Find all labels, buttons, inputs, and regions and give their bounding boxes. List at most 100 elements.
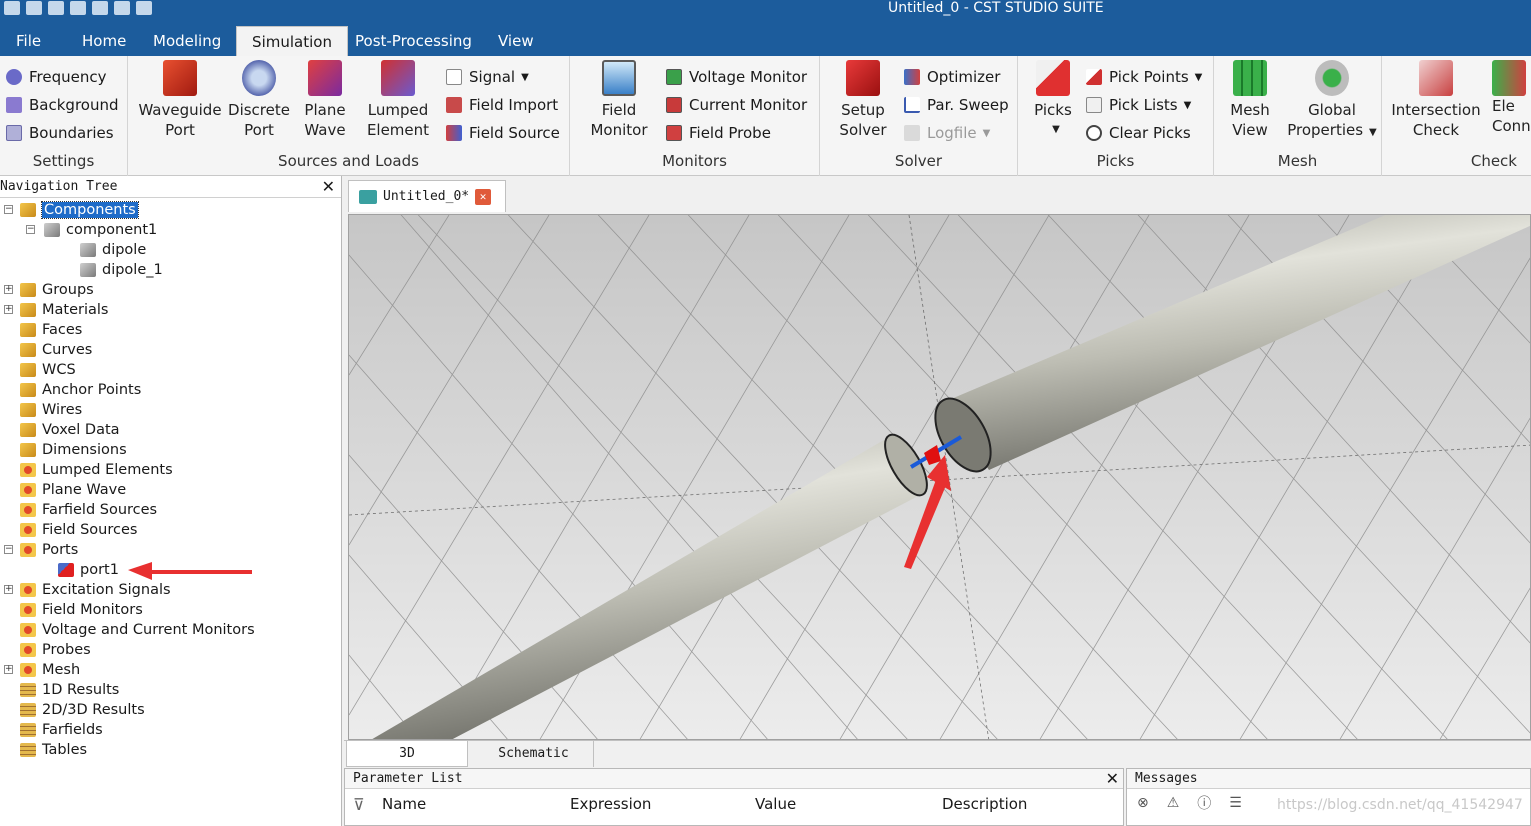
lumped-element-button[interactable]: Lumped Element [360,60,436,140]
clear-messages-icon[interactable]: ☰ [1229,795,1242,811]
tab-home[interactable]: Home [74,26,134,56]
tree-item-label: Field Monitors [42,602,143,618]
tree-item[interactable]: Mesh [20,660,80,680]
tree-item[interactable]: component1 [44,220,157,240]
tree-item[interactable]: Lumped Elements [20,460,173,480]
tree-item[interactable]: Field Sources [20,520,137,540]
boundaries-button[interactable]: Boundaries [6,120,114,146]
tree-item[interactable]: Materials [20,300,108,320]
global-properties-button[interactable]: Global Properties ▼ [1284,60,1380,143]
close-icon[interactable]: ✕ [1106,769,1119,789]
intersection-check-button[interactable]: Intersection Check [1388,60,1484,140]
tree-item[interactable]: Voxel Data [20,420,120,440]
field-probe-button[interactable]: Field Probe [666,120,771,146]
redo-icon[interactable] [136,1,152,15]
tree-item[interactable]: Faces [20,320,82,340]
logfile-button[interactable]: Logfile ▼ [904,120,990,146]
chevron-down-icon: ▼ [521,71,529,83]
tree-item[interactable]: 2D/3D Results [20,700,145,720]
tree-item[interactable]: dipole_1 [80,260,163,280]
folder-icon [20,603,36,617]
tree-item[interactable]: WCS [20,360,76,380]
par-sweep-button[interactable]: Par. Sweep [904,92,1009,118]
tree-item[interactable]: Anchor Points [20,380,141,400]
element-connectivity-button[interactable]: Ele Conn [1492,60,1531,136]
tab-view[interactable]: View [490,26,542,56]
tree-item[interactable]: Plane Wave [20,480,126,500]
column-value[interactable]: Value [755,795,796,813]
tree-item-label: Plane Wave [42,482,127,498]
column-description[interactable]: Description [942,795,1027,813]
tree-item[interactable]: Wires [20,400,82,420]
tree-item[interactable]: Probes [20,640,91,660]
tree-item-label: 1D Results [42,682,120,698]
global-properties-icon [1315,60,1349,96]
tab-modeling[interactable]: Modeling [145,26,229,56]
folder-icon [20,363,36,377]
warning-filter-icon[interactable]: ⚠ [1167,795,1180,811]
waveguide-port-button[interactable]: Waveguide Port [138,60,222,140]
tree-item-label: 2D/3D Results [42,702,145,718]
tab-file[interactable]: File [8,26,49,56]
picks-button[interactable]: Picks ▼ [1028,60,1078,140]
tree-item[interactable]: dipole [80,240,146,260]
save-icon[interactable] [48,1,64,15]
solid-icon [80,263,96,277]
3d-viewport[interactable] [348,214,1531,740]
tab-3d[interactable]: 3D [346,741,468,767]
setup-solver-icon [846,60,880,96]
save-all-icon[interactable] [70,1,86,15]
field-import-icon [446,97,462,113]
close-tab-icon[interactable]: ✕ [475,188,492,205]
boundaries-icon [6,125,22,141]
tree-item[interactable]: Groups [20,280,94,300]
column-expression[interactable]: Expression [570,795,651,813]
current-monitor-button[interactable]: Current Monitor [666,92,807,118]
document-area: Untitled_0* ✕ [344,176,1531,740]
document-tab[interactable]: Untitled_0* ✕ [348,180,506,212]
setup-solver-button[interactable]: Setup Solver [828,60,898,140]
field-monitor-button[interactable]: Field Monitor [584,60,654,140]
tab-post-processing[interactable]: Post-Processing [347,26,480,56]
folder-icon [20,423,36,437]
tree-item[interactable]: Components [20,200,139,220]
tree-item[interactable]: port1 [58,560,119,580]
tree-item[interactable]: Farfield Sources [20,500,157,520]
tree-item[interactable]: 1D Results [20,680,119,700]
tree-item[interactable]: Curves [20,340,92,360]
tree-item[interactable]: Dimensions [20,440,127,460]
close-icon[interactable]: ✕ [322,176,335,198]
column-name[interactable]: Name [382,795,426,813]
optimizer-button[interactable]: Optimizer [904,64,1000,90]
frequency-button[interactable]: Frequency [6,64,107,90]
pick-lists-button[interactable]: Pick Lists ▼ [1086,92,1191,118]
info-filter-icon[interactable]: ⓘ [1197,793,1211,813]
signal-button[interactable]: Signal ▼ [446,64,529,90]
plane-wave-button[interactable]: Plane Wave [294,60,356,140]
field-import-button[interactable]: Field Import [446,92,558,118]
tree-item[interactable]: Voltage and Current Monitors [20,620,255,640]
tree-item-label: Probes [42,642,91,658]
filter-icon[interactable]: ⊽ [353,795,365,814]
tab-schematic[interactable]: Schematic [474,741,594,767]
element-connectivity-icon [1492,60,1526,96]
pick-points-button[interactable]: Pick Points ▼ [1086,64,1202,90]
tree-item[interactable]: Excitation Signals [20,580,171,600]
new-icon[interactable] [4,1,20,15]
tree-item[interactable]: Ports [20,540,78,560]
tree-item[interactable]: Field Monitors [20,600,143,620]
open-icon[interactable] [26,1,42,15]
print-icon[interactable] [92,1,108,15]
mesh-view-button[interactable]: Mesh View [1222,60,1278,140]
clear-picks-button[interactable]: Clear Picks [1086,120,1191,146]
undo-icon[interactable] [114,1,130,15]
tab-simulation[interactable]: Simulation [236,26,348,56]
background-button[interactable]: Background [6,92,119,118]
tree-item[interactable]: Tables [20,740,87,760]
tree-item[interactable]: Farfields [20,720,103,740]
error-filter-icon[interactable]: ⊗ [1137,795,1149,811]
voltage-monitor-button[interactable]: Voltage Monitor [666,64,807,90]
field-source-button[interactable]: Field Source [446,120,560,146]
3d-scene[interactable] [349,215,1531,740]
discrete-port-button[interactable]: Discrete Port [226,60,292,140]
